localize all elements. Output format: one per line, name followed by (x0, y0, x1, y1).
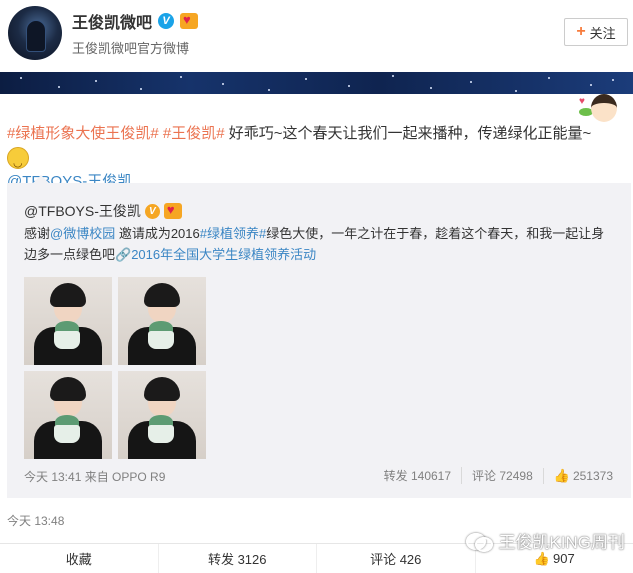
topic-link[interactable]: #绿植形象大使王俊凯# (7, 125, 159, 142)
activity-link[interactable]: 2016年全国大学生绿植领养活动 (131, 247, 316, 262)
member-heart-icon (180, 12, 199, 29)
smile-emoji-icon (7, 147, 29, 175)
repost-box: @TFBOYS-王俊凯 V 感谢@微博校园 邀请成为2016#绿植领养#绿色大使… (7, 175, 631, 498)
follow-button[interactable]: + 关注 (564, 18, 628, 46)
author-name[interactable]: 王俊凯微吧 (72, 9, 152, 33)
post-time: 今天 13:48 (7, 514, 65, 528)
repost-button[interactable]: 转发 3126 (157, 544, 317, 573)
follow-label: 关注 (589, 25, 616, 41)
starry-banner (0, 72, 633, 94)
wechat-icon (466, 531, 494, 552)
topic-link[interactable]: #王俊凯# (163, 125, 225, 142)
avatar[interactable] (8, 6, 62, 60)
thumbs-up-icon: 👍 (553, 467, 570, 483)
watermark-text: 王俊凯KING周刊 (498, 533, 625, 552)
comment-button[interactable]: 评论 426 (316, 544, 475, 573)
original-like-count[interactable]: 👍 251373 (542, 467, 623, 484)
original-repost-count[interactable]: 转发 140617 (374, 467, 461, 484)
verified-icon: V (144, 203, 160, 219)
original-text: 感谢@微博校园 邀请成为2016#绿植领养#绿色大使，一年之计在于春，趁着这个春… (24, 226, 605, 262)
original-author[interactable]: @TFBOYS-王俊凯 (24, 201, 141, 221)
favorite-button[interactable]: 收藏 (0, 544, 158, 573)
link-icon: 🔗 (115, 247, 132, 262)
watermark: 王俊凯KING周刊 (466, 528, 625, 553)
original-stats: 转发 140617 评论 72498 👍 251373 (374, 467, 623, 484)
original-comment-count[interactable]: 评论 72498 (461, 467, 543, 484)
mention-link[interactable]: @微博校园 (50, 226, 115, 241)
topic-link[interactable]: #绿植领养# (200, 226, 266, 241)
photo-thumbnail[interactable] (24, 277, 112, 365)
plus-icon: + (576, 23, 586, 40)
photo-grid (24, 277, 214, 467)
post-body: 好乖巧~这个春天让我们一起来播种，传递绿化正能量~ (224, 125, 592, 142)
photo-thumbnail[interactable] (24, 371, 112, 459)
post-header: 王俊凯微吧 V 王俊凯微吧官方微博 + 关注 (0, 0, 633, 70)
member-heart-icon (163, 202, 182, 219)
verified-icon: V (158, 13, 175, 29)
photo-thumbnail[interactable] (118, 277, 206, 365)
original-meta: 今天 13:41 来自 OPPO R9 (24, 470, 166, 484)
photo-thumbnail[interactable] (118, 371, 206, 459)
author-subtitle: 王俊凯微吧官方微博 (72, 41, 190, 56)
